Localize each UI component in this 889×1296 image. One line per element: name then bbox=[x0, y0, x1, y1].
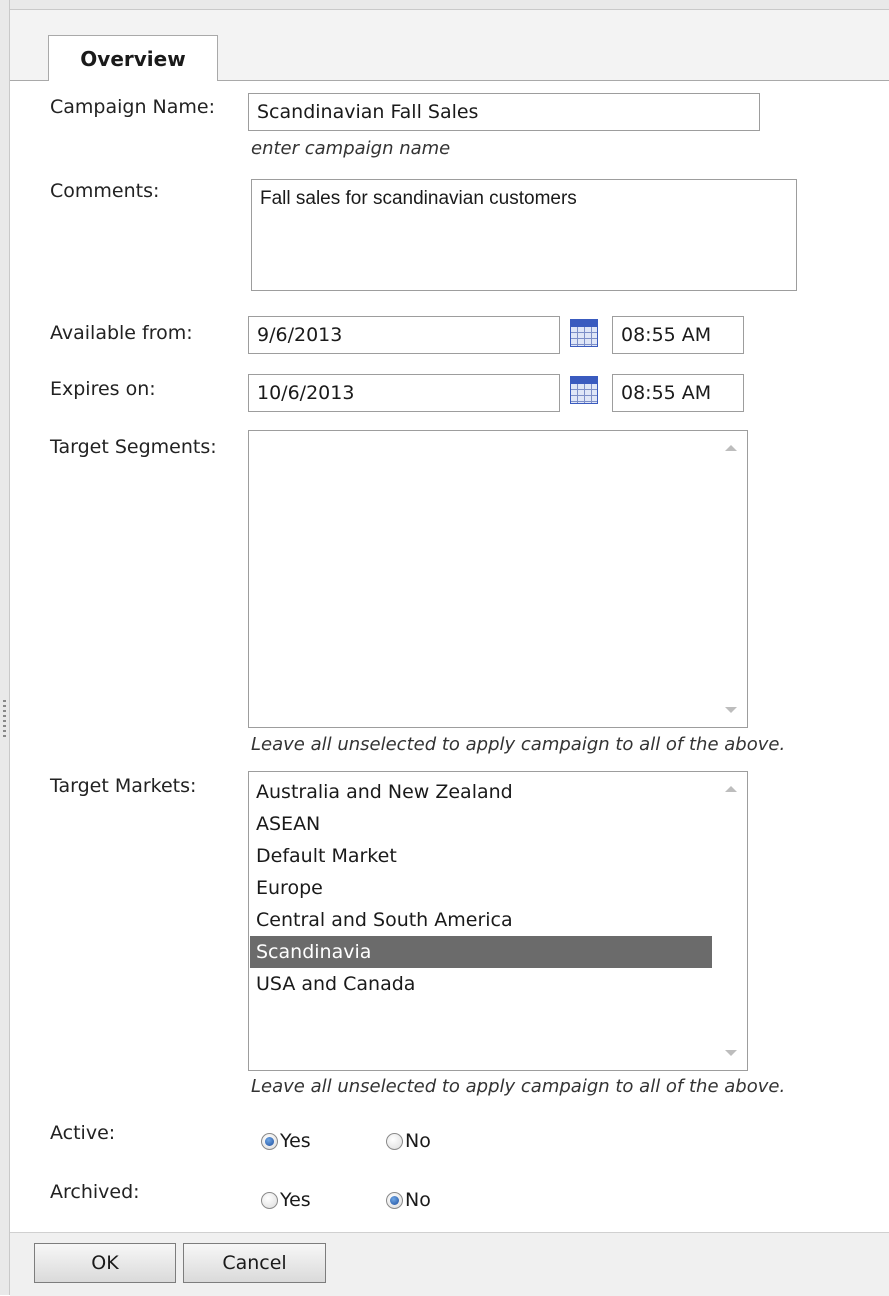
comments-label: Comments: bbox=[50, 180, 160, 202]
active-label: Active: bbox=[50, 1122, 116, 1144]
window-frame-top bbox=[10, 0, 889, 10]
scroll-down-icon[interactable] bbox=[725, 707, 737, 713]
target-segments-hint: Leave all unselected to apply campaign t… bbox=[251, 734, 786, 755]
list-item-selected[interactable]: Scandinavia bbox=[250, 936, 712, 968]
scroll-up-icon[interactable] bbox=[725, 445, 737, 451]
target-markets-hint: Leave all unselected to apply campaign t… bbox=[251, 1076, 786, 1097]
ok-button[interactable]: OK bbox=[34, 1243, 176, 1283]
cancel-button[interactable]: Cancel bbox=[183, 1243, 326, 1283]
list-item[interactable]: USA and Canada bbox=[250, 968, 712, 1000]
target-markets-label: Target Markets: bbox=[50, 775, 197, 797]
scroll-down-icon[interactable] bbox=[725, 1050, 737, 1056]
list-item[interactable]: Central and South America bbox=[250, 904, 712, 936]
expires-on-date-input[interactable]: 10/6/2013 bbox=[248, 374, 560, 412]
radio-label: Yes bbox=[280, 1189, 311, 1211]
available-from-time-input[interactable]: 08:55 AM bbox=[612, 316, 744, 354]
target-markets-scrollbar[interactable] bbox=[713, 772, 747, 1070]
resize-grip-icon[interactable] bbox=[3, 700, 6, 740]
calendar-icon[interactable] bbox=[570, 319, 598, 347]
radio-label: No bbox=[405, 1130, 431, 1152]
expires-on-time-input[interactable]: 08:55 AM bbox=[612, 374, 744, 412]
active-no-radio[interactable]: No bbox=[386, 1130, 431, 1152]
archived-label: Archived: bbox=[50, 1181, 140, 1203]
radio-label: No bbox=[405, 1189, 431, 1211]
target-segments-label: Target Segments: bbox=[50, 436, 217, 458]
calendar-icon[interactable] bbox=[570, 376, 598, 404]
campaign-name-input[interactable]: Scandinavian Fall Sales bbox=[248, 93, 760, 131]
list-item[interactable]: Europe bbox=[250, 872, 712, 904]
scroll-up-icon[interactable] bbox=[725, 786, 737, 792]
archived-yes-radio[interactable]: Yes bbox=[261, 1189, 311, 1211]
radio-label: Yes bbox=[280, 1130, 311, 1152]
target-segments-scrollbar[interactable] bbox=[713, 431, 747, 727]
radio-unchecked-icon bbox=[261, 1191, 278, 1209]
tab-strip: Overview bbox=[10, 10, 889, 81]
archived-no-radio[interactable]: No bbox=[386, 1189, 431, 1211]
campaign-name-hint: enter campaign name bbox=[251, 138, 451, 159]
radio-checked-icon bbox=[386, 1191, 403, 1209]
active-yes-radio[interactable]: Yes bbox=[261, 1130, 311, 1152]
window-frame-left bbox=[0, 0, 10, 1295]
tab-overview[interactable]: Overview bbox=[48, 35, 218, 81]
radio-checked-icon bbox=[261, 1132, 278, 1150]
radio-unchecked-icon bbox=[386, 1132, 403, 1150]
list-item[interactable]: ASEAN bbox=[250, 808, 712, 840]
available-from-date-input[interactable]: 9/6/2013 bbox=[248, 316, 560, 354]
list-item[interactable]: Australia and New Zealand bbox=[250, 776, 712, 808]
comments-textarea[interactable]: Fall sales for scandinavian customers bbox=[251, 179, 797, 291]
expires-on-label: Expires on: bbox=[50, 378, 156, 400]
list-item[interactable]: Default Market bbox=[250, 840, 712, 872]
target-segments-listbox[interactable] bbox=[248, 430, 748, 728]
campaign-name-label: Campaign Name: bbox=[50, 96, 215, 118]
available-from-label: Available from: bbox=[50, 322, 193, 344]
target-markets-listbox[interactable]: Australia and New Zealand ASEAN Default … bbox=[248, 771, 748, 1071]
